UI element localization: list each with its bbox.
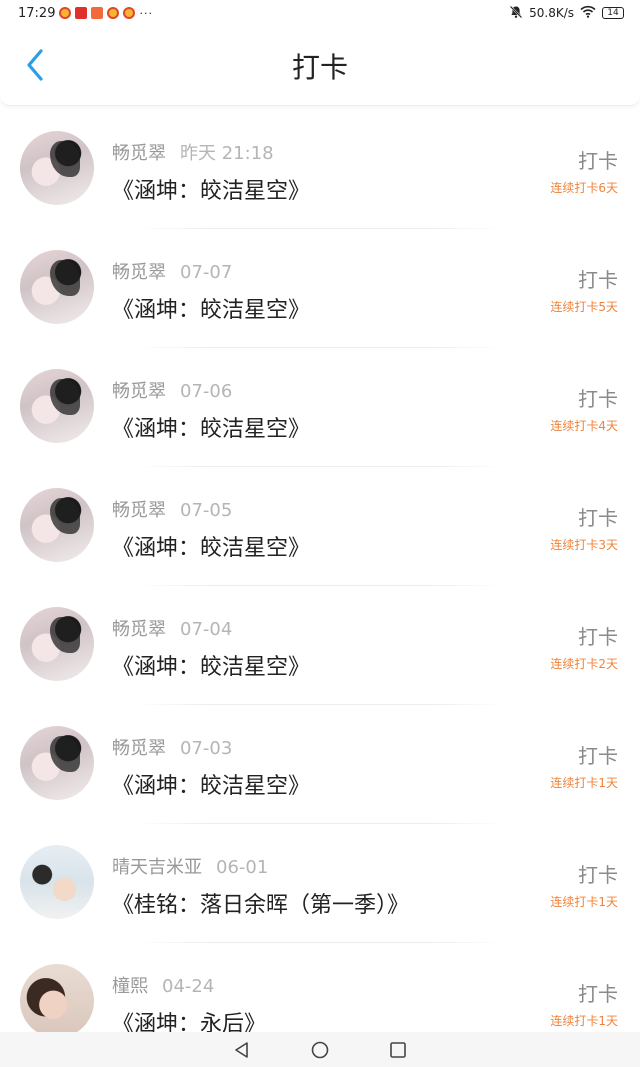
- avatar[interactable]: [20, 964, 94, 1038]
- status-time: 17:29: [18, 5, 56, 21]
- streak-label: 连续打卡5天: [550, 300, 618, 314]
- network-speed: 50.8K/s: [529, 6, 574, 20]
- nav-home-button[interactable]: [310, 1040, 330, 1060]
- status-bar: 17:29 ··· 50.8K/s 14: [0, 0, 640, 26]
- item-meta: 畅觅翠 07-06: [112, 377, 232, 403]
- back-button[interactable]: [20, 48, 50, 82]
- book-title[interactable]: 《涵坤：皎洁星空》: [112, 292, 310, 324]
- status-right: 50.8K/s 14: [509, 5, 624, 22]
- checkin-button[interactable]: 打卡: [578, 383, 618, 412]
- book-title[interactable]: 《涵坤：皎洁星空》: [112, 530, 310, 562]
- item-meta: 畅觅翠 昨天 21:18: [112, 139, 274, 165]
- user-name[interactable]: 畅觅翠: [112, 738, 166, 759]
- wifi-icon: [580, 5, 596, 21]
- streak-label: 连续打卡1天: [550, 895, 618, 909]
- checkin-list: 畅觅翠 昨天 21:18 《涵坤：皎洁星空》 打卡 连续打卡6天 畅觅翠 07-07…: [0, 110, 640, 1062]
- item-meta: 畅觅翠 07-03: [112, 734, 232, 760]
- checkin-button[interactable]: 打卡: [578, 740, 618, 769]
- avatar[interactable]: [20, 131, 94, 205]
- nav-recents-button[interactable]: [388, 1040, 408, 1060]
- list-item[interactable]: 畅觅翠 昨天 21:18 《涵坤：皎洁星空》 打卡 连续打卡6天: [0, 110, 640, 229]
- checkin-time: 07-03: [180, 738, 233, 759]
- list-item[interactable]: 畅觅翠 07-05 《涵坤：皎洁星空》 打卡 连续打卡3天: [0, 467, 640, 586]
- triangle-back-icon: [235, 1041, 248, 1058]
- streak-label: 连续打卡2天: [550, 657, 618, 671]
- checkin-time: 07-05: [180, 500, 233, 521]
- checkin-button[interactable]: 打卡: [578, 264, 618, 293]
- checkin-button[interactable]: 打卡: [578, 502, 618, 531]
- checkin-button[interactable]: 打卡: [578, 859, 618, 888]
- checkin-time: 07-04: [180, 619, 233, 640]
- weibo-icon: [59, 7, 72, 19]
- checkin-time: 07-07: [180, 262, 233, 283]
- user-name[interactable]: 畅觅翠: [112, 143, 166, 164]
- chevron-left-icon: [27, 49, 43, 81]
- checkin-time: 04-24: [162, 976, 215, 997]
- item-meta: 畅觅翠 07-04: [112, 615, 232, 641]
- list-item[interactable]: 畅觅翠 07-06 《涵坤：皎洁星空》 打卡 连续打卡4天: [0, 348, 640, 467]
- status-left: 17:29 ···: [18, 6, 153, 21]
- user-name[interactable]: 畅觅翠: [112, 381, 166, 402]
- streak-label: 连续打卡6天: [550, 181, 618, 195]
- user-name[interactable]: 晴天吉米亚: [112, 857, 202, 878]
- user-name[interactable]: 橦熙: [112, 976, 148, 997]
- checkin-button[interactable]: 打卡: [578, 978, 618, 1007]
- list-item[interactable]: 畅觅翠 07-07 《涵坤：皎洁星空》 打卡 连续打卡5天: [0, 229, 640, 348]
- checkin-time: 07-06: [180, 381, 233, 402]
- avatar[interactable]: [20, 845, 94, 919]
- streak-label: 连续打卡4天: [550, 419, 618, 433]
- item-meta: 畅觅翠 07-05: [112, 496, 232, 522]
- mute-bell-icon: [509, 5, 523, 22]
- avatar[interactable]: [20, 250, 94, 324]
- battery-icon: 14: [602, 7, 624, 19]
- book-title[interactable]: 《涵坤：皎洁星空》: [112, 768, 310, 800]
- user-name[interactable]: 畅觅翠: [112, 500, 166, 521]
- header: 打卡: [0, 26, 640, 106]
- avatar[interactable]: [20, 607, 94, 681]
- item-meta: 晴天吉米亚 06-01: [112, 853, 268, 879]
- weibo-icon: [123, 7, 136, 19]
- more-notifications-icon: ···: [139, 6, 153, 20]
- page-title: 打卡: [291, 50, 348, 84]
- checkin-time: 06-01: [216, 857, 269, 878]
- system-nav-bar: [0, 1032, 640, 1067]
- user-name[interactable]: 畅觅翠: [112, 619, 166, 640]
- avatar[interactable]: [20, 488, 94, 562]
- item-meta: 畅觅翠 07-07: [112, 258, 232, 284]
- nav-back-button[interactable]: [232, 1040, 252, 1060]
- book-title[interactable]: 《桂铭：落日余晖（第一季）》: [112, 887, 409, 919]
- list-item[interactable]: 畅觅翠 07-03 《涵坤：皎洁星空》 打卡 连续打卡1天: [0, 705, 640, 824]
- list-item[interactable]: 畅觅翠 07-04 《涵坤：皎洁星空》 打卡 连续打卡2天: [0, 586, 640, 705]
- app-notification-icon: [91, 7, 104, 19]
- checkin-button[interactable]: 打卡: [578, 145, 618, 174]
- checkin-time: 昨天 21:18: [180, 143, 274, 164]
- list-item[interactable]: 晴天吉米亚 06-01 《桂铭：落日余晖（第一季）》 打卡 连续打卡1天: [0, 824, 640, 943]
- streak-label: 连续打卡3天: [550, 538, 618, 552]
- book-title[interactable]: 《涵坤：皎洁星空》: [112, 649, 310, 681]
- app-notification-icon: [75, 7, 88, 19]
- user-name[interactable]: 畅觅翠: [112, 262, 166, 283]
- streak-label: 连续打卡1天: [550, 1014, 618, 1028]
- square-recents-icon: [390, 1041, 406, 1058]
- book-title[interactable]: 《涵坤：皎洁星空》: [112, 411, 310, 443]
- item-meta: 橦熙 04-24: [112, 972, 214, 998]
- streak-label: 连续打卡1天: [550, 776, 618, 790]
- avatar[interactable]: [20, 369, 94, 443]
- weibo-icon: [107, 7, 120, 19]
- circle-home-icon: [311, 1041, 329, 1058]
- avatar[interactable]: [20, 726, 94, 800]
- book-title[interactable]: 《涵坤：皎洁星空》: [112, 173, 310, 205]
- checkin-button[interactable]: 打卡: [578, 621, 618, 650]
